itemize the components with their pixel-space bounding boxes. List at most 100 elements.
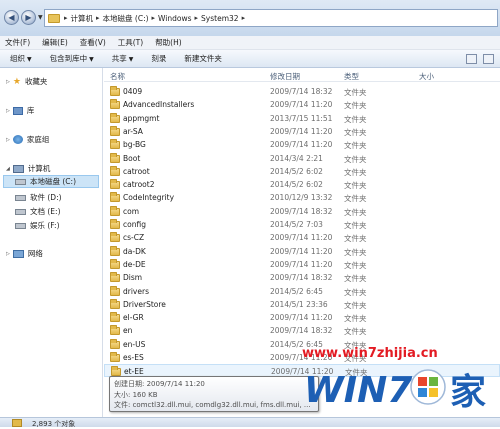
nav-drive-c[interactable]: 本地磁盘 (C:) <box>3 175 99 188</box>
breadcrumb-system32[interactable]: System32 <box>201 14 239 23</box>
column-header-row: 名称 修改日期 类型 大小 <box>104 68 500 82</box>
watermark-brand-prefix: WIN7 <box>304 370 412 411</box>
forward-button[interactable]: ▶ <box>21 10 36 25</box>
chevron-down-icon: ▼ <box>89 56 94 63</box>
file-row[interactable]: config 2014/5/2 7:03 文件夹 <box>104 218 500 231</box>
preview-pane-icon[interactable] <box>483 54 494 64</box>
file-row[interactable]: appmgmt 2013/7/15 11:51 文件夹 <box>104 112 500 125</box>
expand-icon[interactable]: ▷ <box>6 108 10 114</box>
file-row[interactable]: drivers 2014/5/2 6:45 文件夹 <box>104 285 500 298</box>
file-row[interactable]: AdvancedInstallers 2009/7/14 11:20 文件夹 <box>104 98 500 111</box>
address-bar-row: ◀ ▶ ▼ ▸ 计算机 ▸ 本地磁盘 (C:) ▸ Windows ▸ Syst… <box>0 0 500 36</box>
column-name[interactable]: 名称 <box>110 71 125 82</box>
organize-button[interactable]: 组织 ▼ <box>10 53 32 64</box>
collapse-icon[interactable]: ◢ <box>6 166 10 172</box>
back-button[interactable]: ◀ <box>4 10 19 25</box>
menu-tools[interactable]: 工具(T) <box>118 37 143 48</box>
menu-edit[interactable]: 编辑(E) <box>42 37 68 48</box>
include-library-button[interactable]: 包含到库中 ▼ <box>50 53 94 64</box>
drive-icon <box>15 194 26 201</box>
file-row[interactable]: de-DE 2009/7/14 11:20 文件夹 <box>104 258 500 271</box>
folder-icon <box>110 258 120 269</box>
chevron-right-icon[interactable]: ▸ <box>96 14 100 22</box>
file-row[interactable]: catroot 2014/5/2 6:02 文件夹 <box>104 165 500 178</box>
share-button[interactable]: 共享 ▼ <box>112 53 134 64</box>
file-type: 文件夹 <box>344 167 367 177</box>
file-type: 文件夹 <box>344 127 367 137</box>
breadcrumb-computer[interactable]: 计算机 <box>71 13 94 24</box>
burn-button[interactable]: 刻录 <box>151 53 166 64</box>
column-modified[interactable]: 修改日期 <box>270 71 300 82</box>
file-name: ar-SA <box>123 126 143 136</box>
file-row[interactable]: CodeIntegrity 2010/12/9 13:32 文件夹 <box>104 191 500 204</box>
column-size[interactable]: 大小 <box>419 71 434 82</box>
nav-libraries-label: 库 <box>26 106 35 115</box>
watermark-url: www.win7zhijia.cn <box>302 346 438 361</box>
file-row[interactable]: 0409 2009/7/14 18:32 文件夹 <box>104 85 500 98</box>
file-row[interactable]: ar-SA 2009/7/14 11:20 文件夹 <box>104 125 500 138</box>
menu-view[interactable]: 查看(V) <box>80 37 106 48</box>
chevron-right-icon[interactable]: ▸ <box>195 14 199 22</box>
address-field[interactable]: ▸ 计算机 ▸ 本地磁盘 (C:) ▸ Windows ▸ System32 ▸ <box>44 9 498 27</box>
drive-icon <box>15 208 26 215</box>
expand-icon[interactable]: ▷ <box>6 137 10 143</box>
file-row[interactable]: catroot2 2014/5/2 6:02 文件夹 <box>104 178 500 191</box>
file-row[interactable]: cs-CZ 2009/7/14 11:20 文件夹 <box>104 231 500 244</box>
file-name: cs-CZ <box>123 233 145 243</box>
folder-icon <box>110 325 120 336</box>
file-row[interactable]: bg-BG 2009/7/14 11:20 文件夹 <box>104 138 500 151</box>
menu-help[interactable]: 帮助(H) <box>155 37 182 48</box>
folder-icon <box>110 205 120 216</box>
nav-homegroup-label: 家庭组 <box>26 135 50 144</box>
folder-icon <box>110 152 120 163</box>
nav-homegroup[interactable]: ▷ 家庭组 <box>6 134 49 145</box>
file-row[interactable]: DriverStore 2014/5/1 23:36 文件夹 <box>104 298 500 311</box>
folder-icon <box>110 165 120 176</box>
folder-icon <box>110 219 120 229</box>
file-name: CodeIntegrity <box>123 193 175 203</box>
tooltip-files: 文件: comctl32.dll.mui, comdlg32.dll.mui, … <box>114 401 311 409</box>
file-row[interactable]: Boot 2014/3/4 2:21 文件夹 <box>104 152 500 165</box>
star-icon: ★ <box>12 76 21 87</box>
chevron-right-icon[interactable]: ▸ <box>242 14 246 22</box>
file-type: 文件夹 <box>344 274 367 284</box>
file-date: 2009/7/14 11:20 <box>270 233 333 243</box>
column-type[interactable]: 类型 <box>344 71 359 82</box>
file-row[interactable]: da-DK 2009/7/14 11:20 文件夹 <box>104 245 500 258</box>
file-name: 0409 <box>123 87 143 96</box>
change-view-icon[interactable] <box>466 54 477 64</box>
breadcrumb-drive-c[interactable]: 本地磁盘 (C:) <box>103 13 149 24</box>
nav-drive-f[interactable]: 娱乐 (F:) <box>15 220 60 231</box>
folder-icon <box>110 312 120 323</box>
chevron-right-icon[interactable]: ▸ <box>64 14 68 22</box>
breadcrumb-windows[interactable]: Windows <box>158 14 191 23</box>
nav-network[interactable]: ▷ 网络 <box>6 248 43 259</box>
nav-drive-d[interactable]: 软件 (D:) <box>15 192 62 203</box>
expand-icon[interactable]: ▷ <box>6 79 10 85</box>
expand-icon[interactable]: ▷ <box>6 251 10 257</box>
file-name: es-ES <box>123 353 144 362</box>
menu-file[interactable]: 文件(F) <box>5 37 30 48</box>
file-date: 2009/7/14 18:32 <box>270 273 333 283</box>
file-date: 2009/7/14 11:20 <box>270 126 333 136</box>
folder-icon <box>12 419 22 427</box>
new-folder-button[interactable]: 新建文件夹 <box>184 53 222 64</box>
file-type: 文件夹 <box>344 154 367 164</box>
file-row[interactable]: en 2009/7/14 18:32 文件夹 <box>104 324 500 337</box>
file-type: 文件夹 <box>344 260 367 270</box>
recent-pages-dropdown-icon[interactable]: ▼ <box>38 14 43 21</box>
file-name: Dism <box>123 273 143 283</box>
nav-drive-e[interactable]: 文档 (E:) <box>15 206 61 217</box>
file-date: 2014/5/2 6:02 <box>270 180 323 190</box>
folder-icon <box>110 99 120 110</box>
nav-computer[interactable]: ◢ 计算机 <box>6 163 50 174</box>
file-type: 文件夹 <box>344 194 367 204</box>
nav-libraries[interactable]: ▷ 库 <box>6 105 34 116</box>
file-row[interactable]: el-GR 2009/7/14 11:20 文件夹 <box>104 311 500 324</box>
file-date: 2009/7/14 18:32 <box>270 87 333 96</box>
folder-icon <box>110 245 120 256</box>
nav-favorites[interactable]: ▷ ★ 收藏夹 <box>6 76 47 87</box>
file-row[interactable]: Dism 2009/7/14 18:32 文件夹 <box>104 271 500 284</box>
file-row[interactable]: com 2009/7/14 18:32 文件夹 <box>104 205 500 218</box>
chevron-right-icon[interactable]: ▸ <box>152 14 156 22</box>
